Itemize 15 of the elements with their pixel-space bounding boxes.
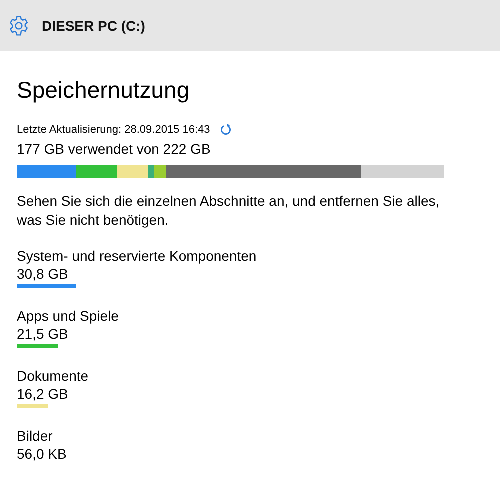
settings-icon[interactable]	[8, 14, 30, 36]
last-update-text: Letzte Aktualisierung: 28.09.2015 16:43	[17, 124, 210, 136]
section-heading: Speichernutzung	[17, 77, 191, 104]
category-size: 30,8 GB	[17, 265, 68, 283]
usage-summary: 177 GB verwendet von 222 GB	[17, 141, 212, 157]
category-name[interactable]: System- und reservierte Komponenten	[17, 247, 257, 265]
category-name[interactable]: Bilder	[17, 427, 53, 445]
category-size: 16,2 GB	[17, 385, 68, 403]
category-name[interactable]: Dokumente	[17, 367, 89, 385]
refresh-icon[interactable]	[220, 124, 232, 136]
category-name[interactable]: Apps und Spiele	[17, 307, 119, 325]
category-size: 56,0 KB	[17, 445, 67, 463]
page-title: DIESER PC (C:)	[42, 18, 146, 34]
category-size: 21,5 GB	[17, 325, 68, 343]
description-text: Sehen Sie sich die einzelnen Abschnitte an, und entfernen Sie alles, was Sie nicht benötigen.	[17, 192, 441, 230]
